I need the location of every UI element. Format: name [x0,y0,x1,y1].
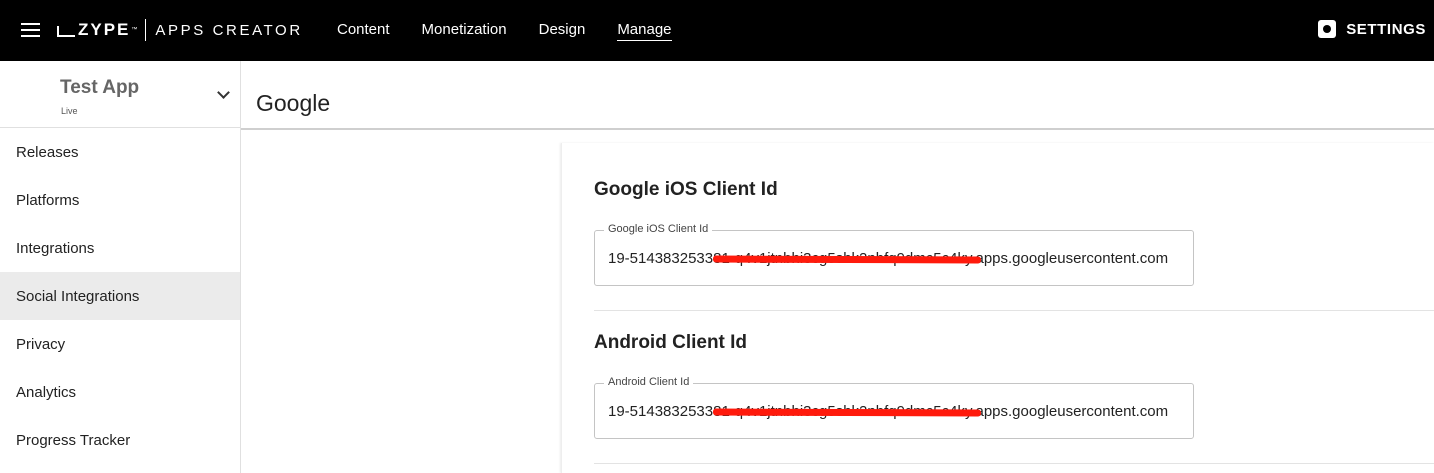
nav-content[interactable]: Content [337,21,390,40]
android-client-id-field[interactable]: Android Client Id 19-514383253381-q4v1jt… [594,376,1194,439]
settings-button[interactable]: SETTINGS [1318,20,1426,38]
app-name: Test App [60,77,140,98]
nav-design[interactable]: Design [539,21,586,40]
sidebar-item-integrations[interactable]: Integrations [0,224,240,272]
android-client-id-label: Android Client Id [604,376,694,388]
logo-product-name: APPS CREATOR [155,21,303,39]
nav-monetization[interactable]: Monetization [422,21,507,40]
sidebar-item-releases[interactable]: Releases [0,128,240,176]
page-title: Google [256,90,331,116]
section-title-android-client-id: Android Client Id [594,332,748,353]
section-divider [594,310,1434,311]
logo-brand: ZYPE [78,20,131,39]
ios-client-id-label: Google iOS Client Id [604,223,713,235]
logo-divider [145,19,147,41]
logo-trademark: ™ [131,27,138,33]
sidebar-item-progress-tracker[interactable]: Progress Tracker [0,416,240,464]
settings-label: SETTINGS [1346,20,1426,38]
main-nav: Content Monetization Design Manage [337,0,704,61]
redaction-mark [712,255,982,264]
google-settings-card: Google iOS Client Id Google iOS Client I… [561,143,1434,473]
sidebar-item-analytics[interactable]: Analytics [0,368,240,416]
page-header: Google [241,61,1434,130]
nav-manage[interactable]: Manage [617,21,672,41]
app-switcher[interactable]: Test App Live [0,61,240,128]
chevron-down-icon[interactable] [217,86,230,99]
sidebar-item-social-integrations[interactable]: Social Integrations [0,272,240,320]
sidebar-item-platforms[interactable]: Platforms [0,176,240,224]
zype-logo[interactable]: ZYPE ™ APPS CREATOR [57,18,303,42]
redaction-mark [712,408,982,417]
menu-icon[interactable] [21,23,40,37]
ios-client-id-field[interactable]: Google iOS Client Id 19-514383253381-q4v… [594,223,1194,286]
settings-gear-icon [1318,20,1337,38]
sidebar-item-privacy[interactable]: Privacy [0,320,240,368]
sidebar: Test App Live Releases Platforms Integra… [0,61,241,473]
app-status: Live [61,106,78,116]
logo-mark-icon [57,25,75,37]
section-divider [594,463,1434,464]
top-bar: ZYPE ™ APPS CREATOR Content Monetization… [0,0,1434,61]
section-title-ios-client-id: Google iOS Client Id [594,179,778,200]
